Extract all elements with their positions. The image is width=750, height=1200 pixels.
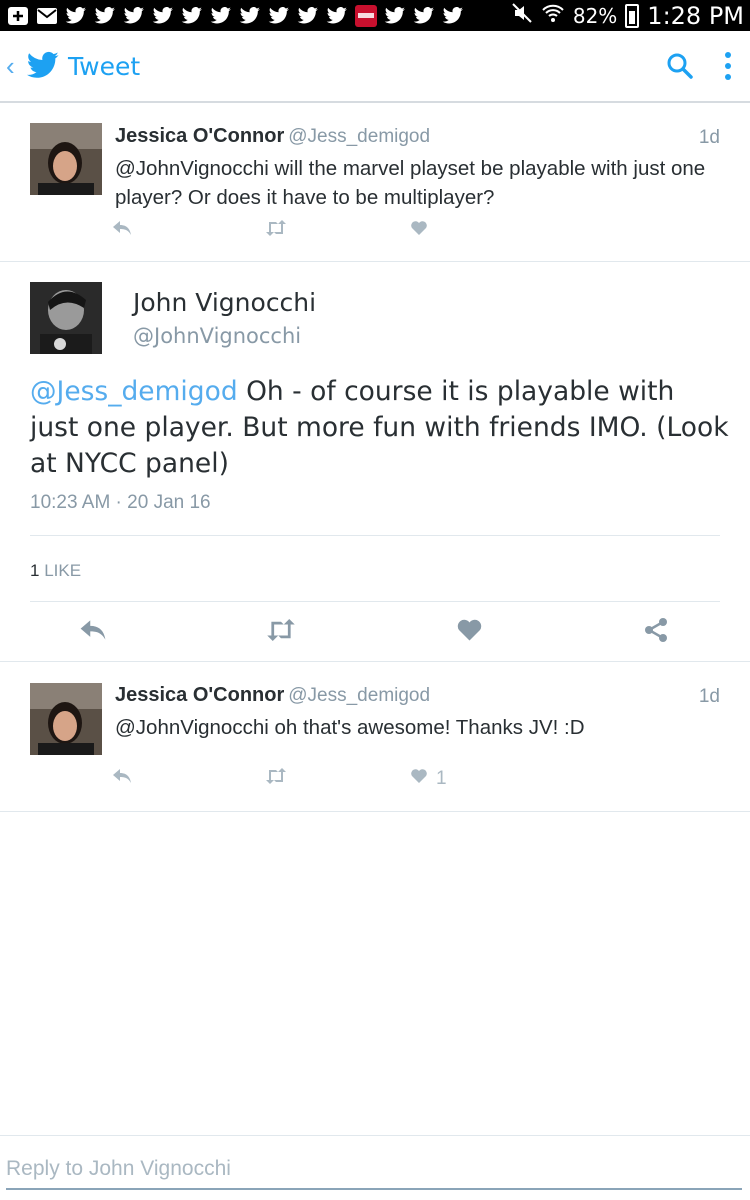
reply-icon — [112, 220, 132, 242]
battery-percent: 82% — [572, 3, 618, 28]
heart-icon — [410, 220, 428, 242]
page-title: Tweet — [68, 51, 141, 81]
divider — [30, 601, 720, 602]
author-handle[interactable]: @Jess_demigod — [288, 685, 430, 706]
avatar[interactable] — [30, 282, 102, 354]
retweet-button[interactable] — [264, 220, 410, 242]
app-bar: ‹ Tweet — [0, 31, 750, 103]
author-handle[interactable]: @Jess_demigod — [288, 126, 430, 147]
twitter-icon — [64, 6, 88, 26]
twitter-logo-icon[interactable] — [26, 51, 60, 81]
author-name[interactable]: Jessica O'Connor — [115, 125, 284, 147]
tweet-time: 1d — [698, 127, 720, 148]
tweet-header: Jessica O'Connor @Jess_demigod — [115, 125, 430, 148]
reply-button[interactable] — [112, 768, 264, 790]
tweet-header: Jessica O'Connor @Jess_demigod — [115, 684, 430, 707]
redbox-icon — [354, 4, 378, 27]
tweet-time: 1d — [698, 686, 720, 707]
twitter-icon — [151, 6, 175, 26]
search-icon[interactable] — [660, 46, 700, 86]
divider — [30, 535, 720, 536]
like-button[interactable] — [449, 617, 489, 647]
avatar[interactable] — [30, 123, 102, 195]
author-name[interactable]: Jessica O'Connor — [115, 684, 284, 706]
twitter-icon — [238, 6, 262, 26]
twitter-icon — [93, 6, 117, 26]
author-name[interactable]: John Vignocchi — [133, 288, 316, 317]
notification-icons — [6, 4, 465, 27]
twitter-icon — [383, 6, 407, 26]
avatar[interactable] — [30, 683, 102, 755]
tweet-text: @Jess_demigod Oh - of course it is playa… — [30, 374, 730, 482]
author-handle[interactable]: @JohnVignocchi — [133, 324, 301, 348]
twitter-icon — [180, 6, 204, 26]
more-vert-icon[interactable] — [718, 46, 738, 86]
tweet-actions: 1 — [112, 768, 447, 790]
like-count-label: LIKE — [44, 561, 82, 580]
retweet-icon — [264, 768, 288, 790]
like-count[interactable]: 1 LIKE — [30, 561, 81, 581]
share-button[interactable] — [636, 617, 676, 647]
twitter-icon — [325, 6, 349, 26]
parent-tweet[interactable]: Jessica O'Connor @Jess_demigod 1d @JohnVi… — [0, 105, 750, 262]
vibrate-mute-icon — [511, 2, 533, 30]
twitter-icon — [267, 6, 291, 26]
like-count: 1 — [436, 768, 447, 789]
like-button[interactable]: 1 — [410, 768, 447, 790]
reply-button[interactable] — [112, 220, 264, 242]
main-tweet: John Vignocchi @JohnVignocchi @Jess_demi… — [0, 262, 750, 662]
reply-tweet[interactable]: Jessica O'Connor @Jess_demigod 1d @JohnVi… — [0, 664, 750, 812]
retweet-icon — [264, 220, 288, 242]
tweet-text: @JohnVignocchi oh that's awesome! Thanks… — [115, 716, 585, 739]
reply-icon — [112, 768, 132, 790]
retweet-button[interactable] — [264, 768, 410, 790]
tweet-timestamp: 10:23 AM · 20 Jan 16 — [30, 492, 211, 513]
like-count-number: 1 — [30, 561, 40, 580]
twitter-icon — [441, 6, 465, 26]
mention-link[interactable]: @Jess_demigod — [30, 376, 238, 407]
heart-icon — [410, 768, 428, 790]
retweet-button[interactable] — [261, 617, 301, 647]
twitter-icon — [209, 6, 233, 26]
heart-icon — [456, 618, 483, 647]
mail-icon — [35, 6, 59, 26]
reply-icon — [79, 619, 107, 646]
wifi-icon — [541, 2, 565, 30]
reply-button[interactable] — [73, 617, 113, 647]
tweet-text: @JohnVignocchi will the marvel playset b… — [115, 157, 706, 209]
plus-box-icon — [6, 6, 30, 26]
twitter-icon — [296, 6, 320, 26]
reply-input[interactable] — [6, 1150, 742, 1190]
battery-icon — [625, 3, 640, 28]
twitter-icon — [122, 6, 146, 26]
status-right: 82% 1:28 PM — [511, 2, 744, 30]
tweet-actions — [112, 220, 428, 242]
chevron-left-icon[interactable]: ‹ — [6, 51, 22, 82]
like-button[interactable] — [410, 220, 428, 242]
status-time: 1:28 PM — [647, 1, 744, 30]
tweet-action-bar — [0, 617, 750, 647]
retweet-icon — [264, 618, 298, 646]
share-icon — [643, 617, 669, 648]
twitter-icon — [412, 6, 436, 26]
reply-composer — [0, 1135, 750, 1200]
status-bar: 82% 1:28 PM — [0, 0, 750, 31]
